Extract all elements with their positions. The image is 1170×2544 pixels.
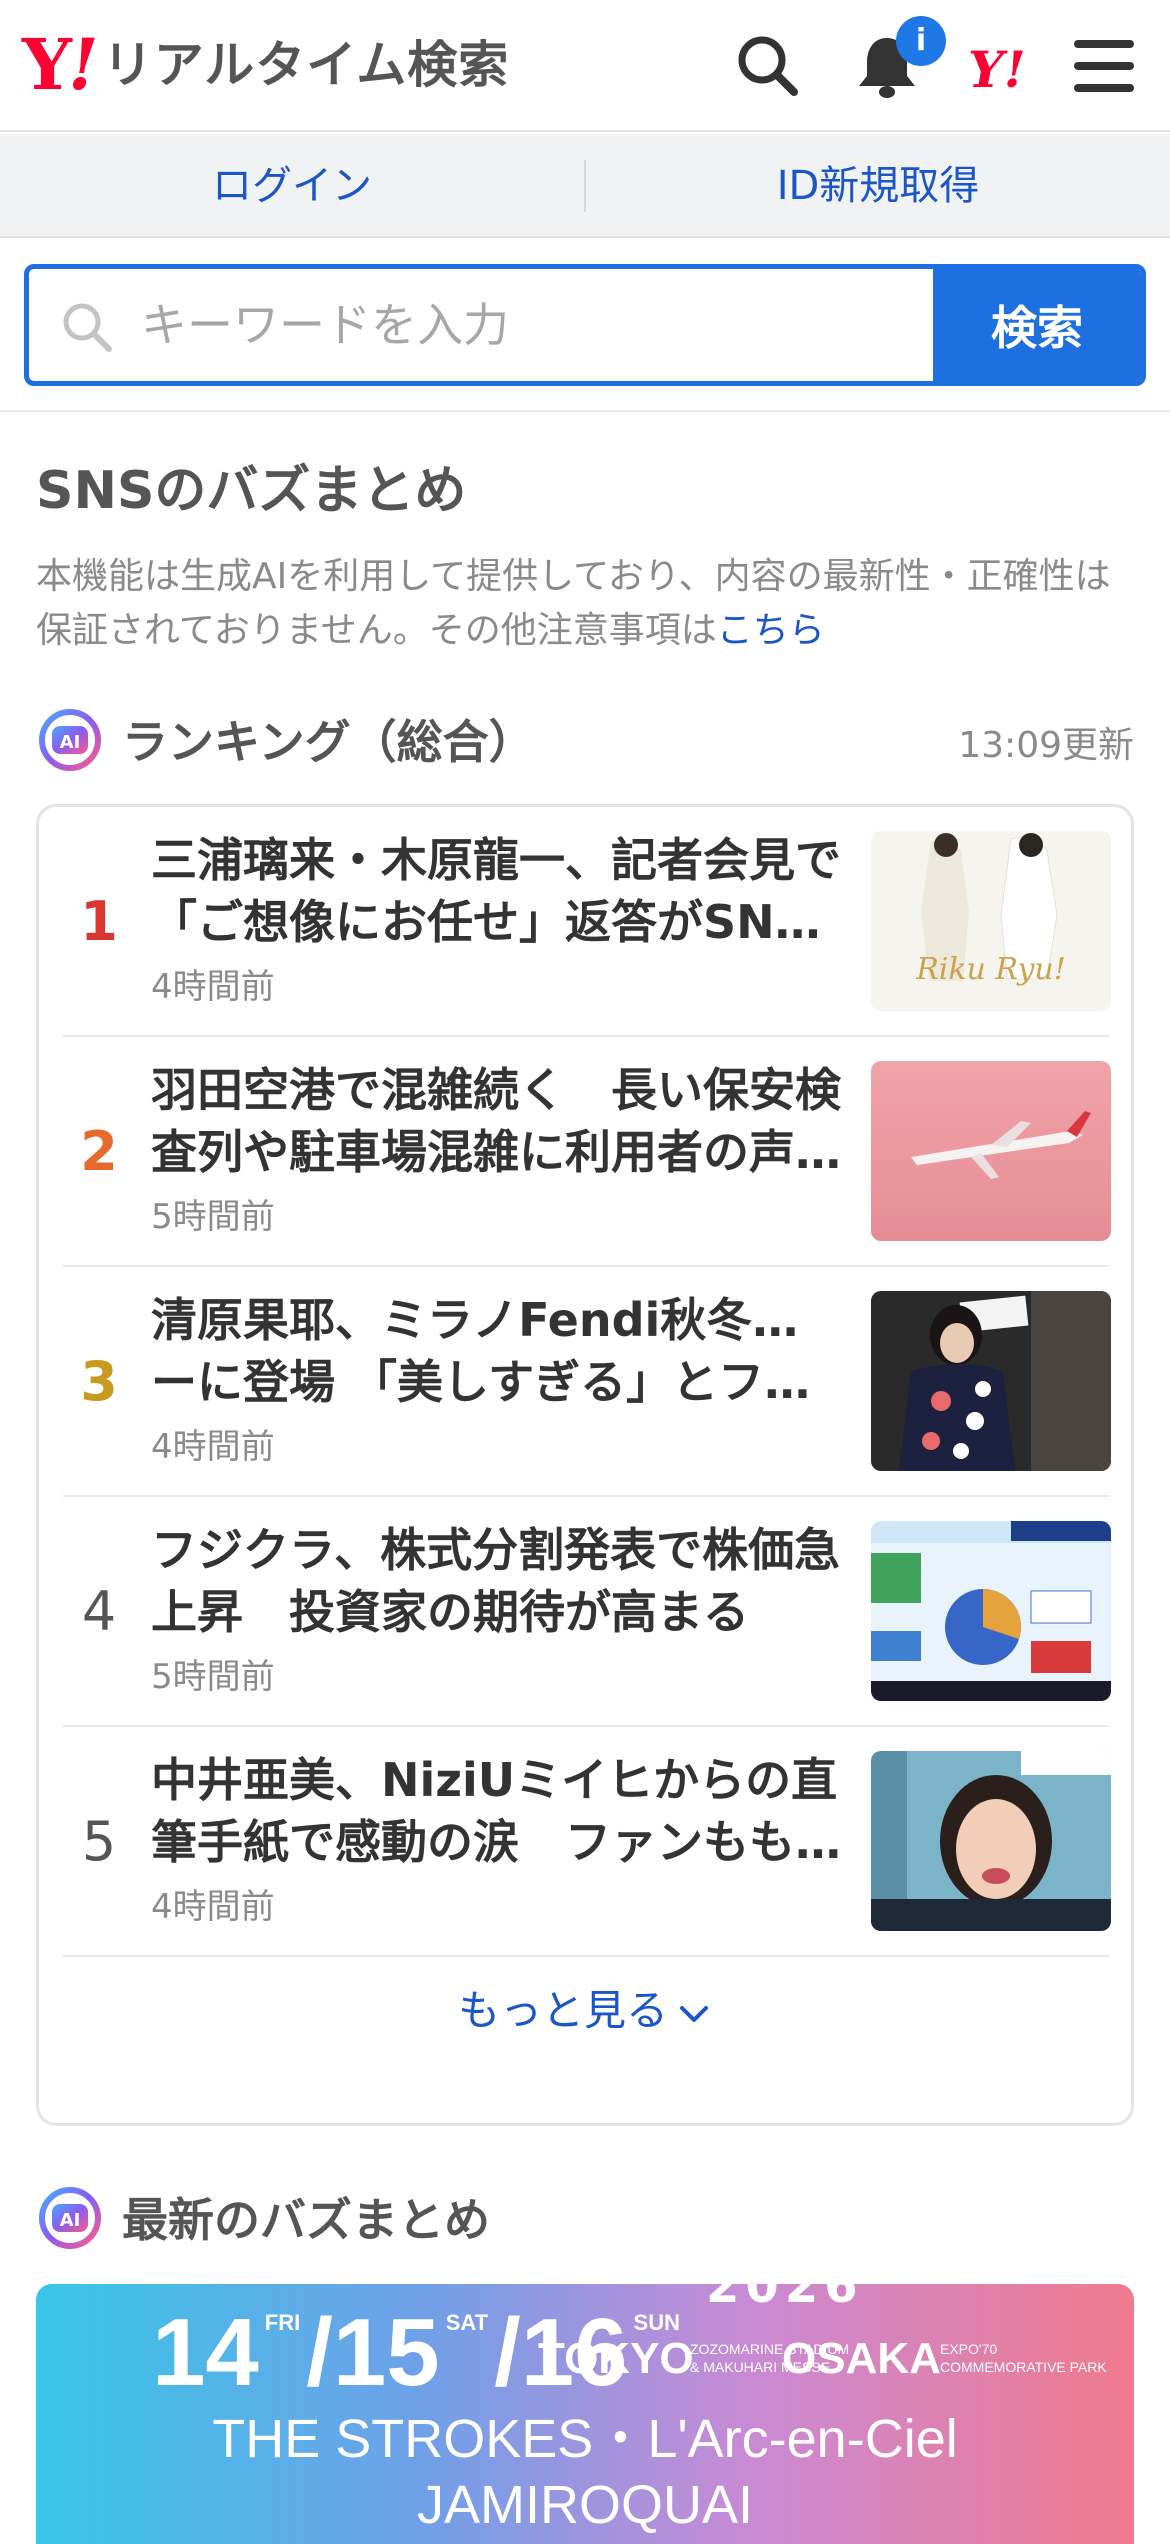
rank-headline: フジクラ、株式分割発表で株価急 上昇 投資家の期待が高まる: [151, 1519, 841, 1643]
logo-y: Y: [22, 23, 72, 106]
thumbnail-image: [871, 1061, 1111, 1241]
ranking-card: 1 三浦璃来・木原龍一、記者会見で 「ご想像にお任せ」返答がSNSで話題 4時間…: [36, 804, 1134, 2126]
banner-venue-line: COMMEMORATIVE PARK: [940, 2359, 1107, 2375]
banner-city: TOKYO: [538, 2334, 694, 2383]
ranking-item[interactable]: 2 羽田空港で混雑続く 長い保安検 査列や駐車場混雑に利用者の声が相次ぐ 5時間…: [63, 1037, 1111, 1267]
rank-headline-line1: 中井亜美、NiziUミイヒからの直: [151, 1753, 838, 1807]
app-header: Y! リアルタイム検索 i Y!: [0, 0, 1170, 132]
banner-day: SAT: [445, 2310, 489, 2335]
chevron-down-icon: [680, 2005, 708, 2022]
rank-number: 2: [80, 1120, 118, 1183]
more-link-label: もっと見る: [457, 1986, 668, 2035]
banner-date: 15: [332, 2299, 440, 2406]
rank-headline-line2: 査列や駐車場混雑に利用者の声が相次ぐ: [151, 1125, 841, 1179]
rank-headline: 清原果耶、ミラノFendi秋冬ショ ーに登場 「美しすぎる」とファンから反響: [151, 1289, 841, 1413]
banner-city: OSAKA: [782, 2334, 941, 2383]
rank-timestamp: 4時間前: [151, 967, 275, 1007]
rank-headline-line1: 清原果耶、ミラノFendi秋冬ショ: [151, 1293, 841, 1347]
thumbnail-image: [871, 1291, 1111, 1471]
rank-headline-line2: ーに登場 「美しすぎる」とファンから反響: [151, 1355, 841, 1409]
rank-timestamp: 5時間前: [151, 1657, 275, 1697]
rank-headline-line2: 上昇 投資家の期待が高まる: [151, 1585, 749, 1639]
rank-number: 1: [80, 890, 118, 953]
search-form: 検索: [24, 264, 1146, 386]
banner-day: SUN: [633, 2310, 680, 2335]
banner-artists-line: THE STROKES・L'Arc-en-Ciel: [212, 2409, 958, 2469]
hamburger-menu-icon[interactable]: [1068, 30, 1140, 102]
ai-badge-text: AI: [60, 2210, 81, 2231]
updated-time: 13:09更新: [958, 725, 1134, 766]
ranking-item[interactable]: 4 フジクラ、株式分割発表で株価急 上昇 投資家の期待が高まる 5時間前: [63, 1497, 1111, 1727]
ranking-item[interactable]: 1 三浦璃来・木原龍一、記者会見で 「ご想像にお任せ」返答がSNSで話題 4時間…: [63, 807, 1111, 1037]
ai-badge-text: AI: [60, 732, 81, 753]
rank-headline: 三浦璃来・木原龍一、記者会見で 「ご想像にお任せ」返答がSNSで話題: [151, 829, 841, 953]
rank-headline: 羽田空港で混雑続く 長い保安検 査列や駐車場混雑に利用者の声が相次ぐ: [151, 1059, 841, 1183]
logo-text: リアルタイム検索: [102, 36, 510, 94]
ai-badge-icon: AI: [39, 2187, 101, 2249]
banner-day: FRI: [264, 2310, 301, 2335]
rank-number: 5: [81, 1810, 117, 1873]
search-icon[interactable]: [732, 30, 804, 102]
banner-artists: THE STROKES・L'Arc-en-Ciel JAMIROQUAI: [36, 2406, 1134, 2538]
search-icon: [63, 303, 112, 352]
ranking-item[interactable]: 5 中井亜美、NiziUミイヒからの直 筆手紙で感動の涙 ファンももらい泣き 4…: [63, 1727, 1111, 1957]
yahoo-logo-icon[interactable]: Y!: [968, 40, 1052, 100]
logo-bang: !: [67, 23, 99, 106]
banner-venue: EXPO'70 COMMEMORATIVE PARK: [940, 2340, 1107, 2376]
rank-headline-line1: フジクラ、株式分割発表で株価急: [151, 1523, 841, 1577]
ai-badge-icon: AI: [39, 709, 101, 771]
ranking-item[interactable]: 3 清原果耶、ミラノFendi秋冬ショ ーに登場 「美しすぎる」とファンから反響…: [63, 1267, 1111, 1497]
ai-disclaimer: 本機能は生成AIを利用して提供しており、内容の最新性・正確性は保証されておりませ…: [36, 550, 1146, 658]
rank-number: 4: [81, 1580, 117, 1643]
notification-badge: i: [896, 16, 946, 66]
banner-venue-line: EXPO'70: [940, 2341, 998, 2357]
auth-bar: ログイン ID新規取得: [0, 134, 1170, 238]
rank-timestamp: 4時間前: [151, 1887, 275, 1927]
divider: [0, 410, 1170, 412]
rank-timestamp: 5時間前: [151, 1197, 275, 1237]
banner-artists-line: JAMIROQUAI: [416, 2475, 754, 2535]
rank-headline: 中井亜美、NiziUミイヒからの直 筆手紙で感動の涙 ファンももらい泣き: [151, 1749, 841, 1873]
search-button[interactable]: 検索: [933, 269, 1141, 381]
festival-banner[interactable]: 2026 14 FRI/15 SAT/16 SUN TOKYO ZOZOMARINE …: [36, 2284, 1134, 2544]
rank-headline-line2: 「ご想像にお任せ」返答がSNSで話題: [151, 895, 841, 949]
thumbnail-image: Riku Ryu!: [871, 831, 1111, 1011]
search-input[interactable]: [141, 269, 941, 381]
banner-year: 2026: [706, 2284, 864, 2314]
rank-headline-line1: 羽田空港で混雑続く 長い保安検: [151, 1063, 841, 1117]
svg-text:Riku Ryu!: Riku Ryu!: [915, 952, 1066, 987]
rank-number: 3: [80, 1350, 118, 1413]
rank-timestamp: 4時間前: [151, 1427, 275, 1467]
yahoo-realtime-logo[interactable]: Y! リアルタイム検索: [22, 28, 509, 102]
signup-link[interactable]: ID新規取得: [586, 134, 1170, 238]
disclaimer-link[interactable]: こちら: [717, 610, 825, 651]
banner-date: 14: [152, 2299, 259, 2406]
section-title: SNSのバズまとめ: [36, 461, 467, 521]
thumbnail-image: [871, 1751, 1111, 1931]
rank-headline-line2: 筆手紙で感動の涙 ファンももらい泣き: [151, 1815, 841, 1869]
latest-buzz-title: 最新のバズまとめ: [122, 2193, 490, 2247]
thumbnail-image: [871, 1521, 1111, 1701]
ranking-title: ランキング（総合）: [122, 715, 535, 769]
more-link[interactable]: もっと見る: [39, 1977, 1131, 2038]
rank-headline-line1: 三浦璃来・木原龍一、記者会見で: [151, 833, 841, 887]
disclaimer-text: 本機能は生成AIを利用して提供しており、内容の最新性・正確性は保証されておりませ…: [36, 556, 1111, 651]
login-link[interactable]: ログイン: [0, 134, 584, 238]
